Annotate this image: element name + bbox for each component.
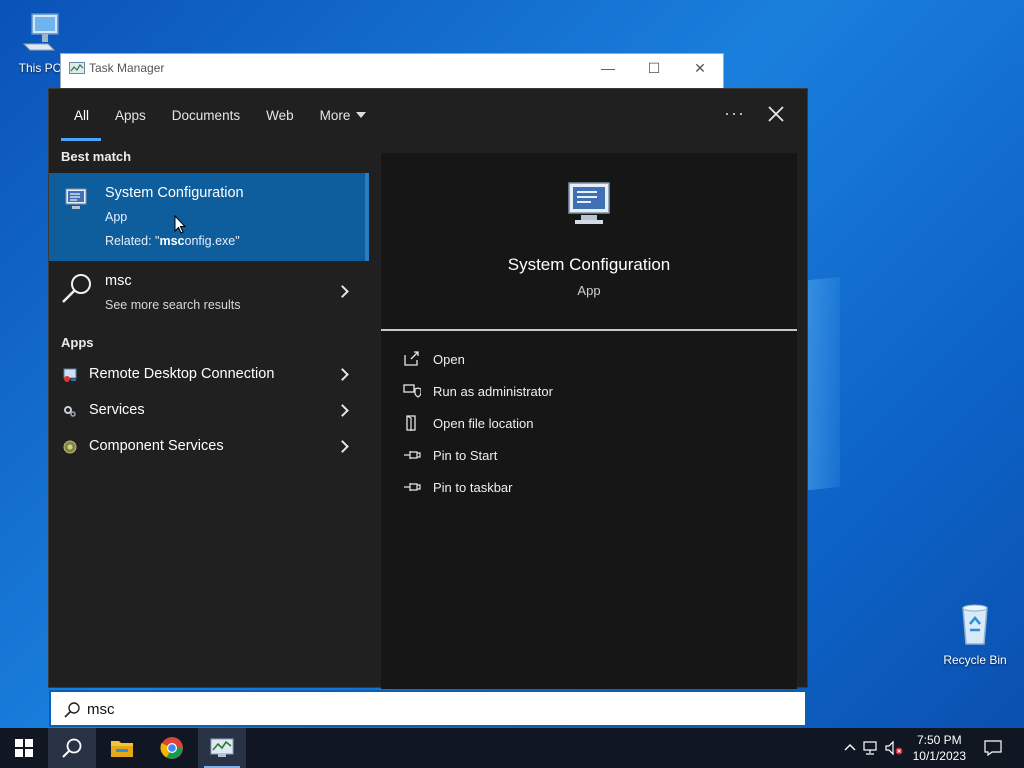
app-label: Component Services <box>89 438 224 454</box>
system-configuration-icon <box>568 182 610 224</box>
app-item-services[interactable]: Services <box>49 393 369 429</box>
tab-label: Web <box>266 107 294 123</box>
window-title: Task Manager <box>89 61 165 75</box>
tab-label: All <box>74 107 90 123</box>
shield-icon <box>403 384 421 398</box>
section-label-best-match: Best match <box>61 149 132 164</box>
volume-muted-icon[interactable] <box>884 740 904 756</box>
close-icon[interactable] <box>765 103 787 125</box>
chevron-right-icon[interactable] <box>336 285 349 298</box>
action-label: Pin to Start <box>433 447 498 463</box>
related-rest: onfig.exe" <box>184 234 240 248</box>
detail-title: System Configuration <box>507 255 671 274</box>
action-run-as-admin[interactable]: Run as administrator <box>403 377 783 405</box>
chevron-up-icon[interactable] <box>844 742 856 752</box>
system-configuration-icon <box>65 188 87 209</box>
start-button[interactable] <box>0 728 48 768</box>
more-options-button[interactable]: ··· <box>724 103 745 124</box>
maximize-button[interactable]: ☐ <box>631 54 677 82</box>
tab-apps[interactable]: Apps <box>102 89 159 141</box>
action-label: Open file location <box>433 415 534 431</box>
task-manager-icon <box>69 62 85 74</box>
related-highlight: msc <box>159 234 185 248</box>
app-label: Services <box>89 402 145 418</box>
component-services-icon <box>63 440 77 454</box>
detail-pane: System Configuration App Open Run as adm… <box>381 153 797 689</box>
task-manager-window[interactable]: Task Manager — ☐ ✕ <box>60 53 724 93</box>
chrome-icon <box>160 737 183 759</box>
action-label: Run as administrator <box>433 383 553 399</box>
close-button[interactable]: ✕ <box>677 54 723 82</box>
search-tabs: All Apps Documents Web More <box>49 89 807 141</box>
taskbar-chrome[interactable] <box>148 728 196 768</box>
clock-time: 7:50 PM <box>916 733 962 747</box>
divider <box>381 329 797 331</box>
taskbar: 7:50 PM 10/1/2023 <box>0 728 1024 768</box>
app-item-remote-desktop[interactable]: Remote Desktop Connection <box>49 357 369 393</box>
taskbar-search-button[interactable] <box>48 728 96 768</box>
tab-more[interactable]: More <box>307 89 380 141</box>
recycle-bin-icon <box>962 604 988 645</box>
notifications-icon[interactable] <box>984 740 1002 756</box>
mouse-cursor-icon <box>174 215 186 234</box>
tab-documents[interactable]: Documents <box>159 89 253 141</box>
chevron-right-icon[interactable] <box>336 368 349 381</box>
app-label: Remote Desktop Connection <box>89 366 275 382</box>
network-icon[interactable] <box>862 740 880 756</box>
remote-desktop-icon <box>63 368 77 382</box>
tab-web[interactable]: Web <box>253 89 307 141</box>
clock-date: 10/1/2023 <box>912 749 966 763</box>
pin-icon <box>404 483 421 491</box>
task-manager-icon <box>210 738 234 757</box>
web-result-subtitle: See more search results <box>105 298 241 312</box>
taskbar-task-manager[interactable] <box>198 728 246 768</box>
tab-all[interactable]: All <box>61 89 102 141</box>
services-gear-icon <box>64 406 76 417</box>
tab-label: Documents <box>171 107 241 123</box>
search-input[interactable] <box>87 697 767 721</box>
desktop-icon-label: Recycle Bin <box>943 653 1007 667</box>
search-panel: All Apps Documents Web More ··· Best mat… <box>48 88 808 689</box>
chevron-right-icon[interactable] <box>336 440 349 453</box>
action-open-file-location[interactable]: Open file location <box>403 409 783 437</box>
file-location-icon <box>406 415 416 431</box>
web-result-query: msc <box>105 273 132 289</box>
action-open[interactable]: Open <box>403 345 783 373</box>
related-prefix: Related: " <box>105 234 160 248</box>
section-label-apps: Apps <box>61 335 94 350</box>
start-icon <box>15 739 33 757</box>
taskbar-file-explorer[interactable] <box>98 728 146 768</box>
clock[interactable]: 7:50 PM 10/1/2023 <box>913 732 966 764</box>
results-list: Best match System Configuration App Rela… <box>49 141 371 689</box>
computer-icon <box>22 13 59 51</box>
action-label: Open <box>433 351 465 367</box>
minimize-button[interactable]: — <box>585 54 631 82</box>
action-label: Pin to taskbar <box>433 479 513 495</box>
search-box[interactable] <box>49 690 807 727</box>
detail-type: App <box>577 283 601 298</box>
best-match-type: App <box>105 210 128 224</box>
desktop-icon-recycle-bin[interactable]: Recycle Bin <box>937 602 1013 667</box>
best-match-related: Related: "msconfig.exe" <box>105 234 240 248</box>
search-icon <box>62 738 82 758</box>
best-match-title: System Configuration <box>105 185 244 201</box>
action-pin-to-start[interactable]: Pin to Start <box>403 441 783 469</box>
chevron-right-icon[interactable] <box>336 404 349 417</box>
file-explorer-icon <box>111 741 133 757</box>
chevron-down-icon <box>356 112 367 118</box>
tab-label: More <box>319 107 351 123</box>
action-pin-to-taskbar[interactable]: Pin to taskbar <box>403 473 783 501</box>
web-search-result[interactable]: msc See more search results <box>49 265 369 317</box>
open-icon <box>404 351 419 366</box>
search-icon <box>64 702 80 718</box>
pin-icon <box>404 451 421 459</box>
best-match-item[interactable]: System Configuration App Related: "mscon… <box>49 173 369 261</box>
app-item-component-services[interactable]: Component Services <box>49 429 369 465</box>
search-icon <box>62 274 91 303</box>
tab-label: Apps <box>115 107 146 123</box>
window-controls: — ☐ ✕ <box>585 54 723 84</box>
